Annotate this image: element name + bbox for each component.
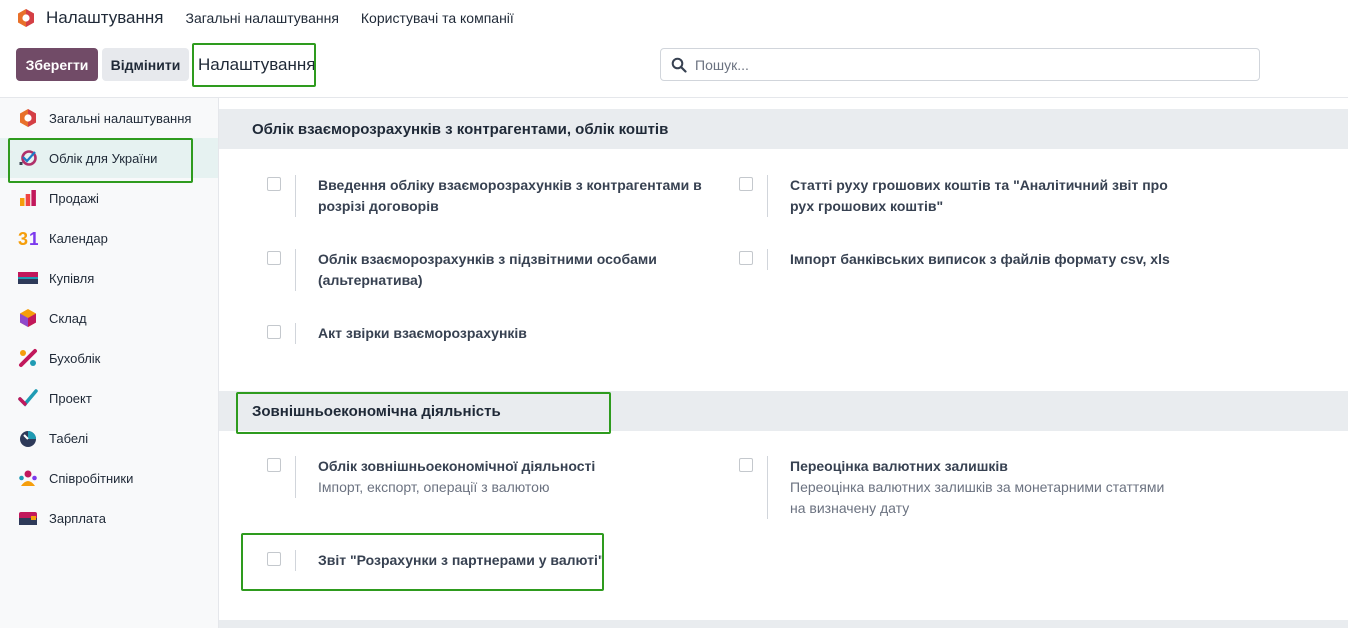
setting-description: Імпорт, експорт, операції з валютою [318, 479, 550, 495]
save-button[interactable]: Зберегти [16, 48, 98, 81]
search-input[interactable] [695, 56, 1235, 73]
setting-checkbox[interactable] [739, 177, 753, 191]
sidebar-item-label: Загальні налаштування [49, 110, 192, 126]
setting-checkbox[interactable] [739, 458, 753, 472]
timesheets-icon [20, 431, 36, 447]
section-header: Облік взаєморозрахунків з контрагентами,… [219, 109, 1348, 149]
sidebar-item-sales[interactable]: Продажі [0, 178, 218, 218]
setting-checkbox[interactable] [267, 251, 281, 265]
setting-body: Статті руху грошових коштів та "Аналітич… [767, 175, 1177, 217]
sidebar-item-ukraine-accounting[interactable]: Облік для України [0, 138, 218, 178]
setting-title: Акт звірки взаєморозрахунків [318, 325, 527, 341]
setting-body: Акт звірки взаєморозрахунків [295, 323, 705, 344]
sidebar-item-label: Табелі [49, 430, 89, 446]
ukraine-accounting-icon [19, 150, 37, 166]
app-title[interactable]: Налаштування [46, 8, 164, 28]
setting-body: Імпорт банківських виписок з файлів форм… [767, 249, 1177, 270]
sales-icon [20, 190, 36, 206]
settings-sidebar: Загальні налаштування Облік для України … [0, 98, 219, 628]
sidebar-item-label: Проект [49, 390, 92, 406]
sidebar-item-label: Календар [49, 230, 108, 246]
menu-users-companies[interactable]: Користувачі та компанії [361, 10, 514, 26]
breadcrumb: Налаштування [198, 55, 316, 74]
payroll-icon [19, 512, 37, 525]
sidebar-item-purchase[interactable]: Купівля [0, 258, 218, 298]
setting-title: Введення обліку взаєморозрахунків з конт… [318, 177, 702, 214]
sidebar-item-timesheets[interactable]: Табелі [0, 418, 218, 458]
setting-cash-flow-items: Статті руху грошових коштів та "Аналітич… [739, 175, 1177, 217]
setting-bank-statement-import: Імпорт банківських виписок з файлів форм… [739, 249, 1177, 270]
section-header: Зовнішньоекономічна діяльність [219, 391, 1348, 431]
sidebar-item-label: Зарплата [49, 510, 106, 526]
setting-title: Облік зовнішньоекономічної діяльності [318, 458, 596, 474]
section-divider [219, 620, 1348, 628]
svg-text:3: 3 [18, 229, 28, 248]
setting-checkbox[interactable] [267, 325, 281, 339]
setting-accountable-persons: Облік взаєморозрахунків з підзвітними ос… [267, 249, 705, 291]
sidebar-item-label: Купівля [49, 270, 95, 286]
sidebar-item-label: Склад [49, 310, 87, 326]
setting-title: Переоцінка валютних залишків [790, 458, 1008, 474]
setting-body: Облік взаєморозрахунків з підзвітними ос… [295, 249, 705, 291]
sidebar-item-accounting[interactable]: Бухоблік [0, 338, 218, 378]
sidebar-item-calendar[interactable]: 3 1 Календар [0, 218, 218, 258]
setting-body: Введення обліку взаєморозрахунків з конт… [295, 175, 705, 217]
sidebar-item-general-settings[interactable]: Загальні налаштування [0, 98, 218, 138]
top-navbar: Налаштування Загальні налаштування Корис… [0, 0, 1348, 36]
sidebar-item-label: Облік для України [49, 150, 158, 166]
control-panel: Зберегти Відмінити Налаштування [0, 36, 1348, 98]
setting-currency-partner-report: Звіт "Розрахунки з партнерами у валюті" [267, 550, 705, 571]
search-icon [671, 57, 687, 73]
setting-title: Імпорт банківських виписок з файлів форм… [790, 251, 1170, 267]
svg-text:1: 1 [29, 229, 38, 248]
menu-general-settings[interactable]: Загальні налаштування [186, 10, 339, 26]
setting-checkbox[interactable] [267, 552, 281, 566]
setting-description: Переоцінка валютних залишків за монетарн… [790, 479, 1165, 516]
inventory-icon [20, 309, 36, 327]
setting-reconciliation-act: Акт звірки взаєморозрахунків [267, 323, 705, 344]
purchase-icon [18, 272, 38, 284]
setting-checkbox[interactable] [267, 177, 281, 191]
accounting-icon [19, 349, 37, 367]
settings-app-icon [20, 109, 36, 127]
setting-title: Облік взаєморозрахунків з підзвітними ос… [318, 251, 657, 288]
setting-title: Статті руху грошових коштів та "Аналітич… [790, 177, 1168, 214]
setting-title: Звіт "Розрахунки з партнерами у валюті" [318, 552, 605, 568]
search-box[interactable] [660, 48, 1260, 81]
cancel-button[interactable]: Відмінити [102, 48, 189, 81]
sidebar-item-inventory[interactable]: Склад [0, 298, 218, 338]
sidebar-item-payroll[interactable]: Зарплата [0, 498, 218, 538]
settings-content: Облік взаєморозрахунків з контрагентами,… [219, 98, 1348, 628]
setting-foreign-trade: Облік зовнішньоекономічної діяльності Ім… [267, 456, 705, 498]
settings-app-icon[interactable] [16, 8, 36, 28]
setting-body: Звіт "Розрахунки з партнерами у валюті" [295, 550, 705, 571]
calendar-icon: 3 1 [18, 229, 38, 248]
sidebar-item-label: Продажі [49, 190, 99, 206]
setting-checkbox[interactable] [267, 458, 281, 472]
sidebar-item-employees[interactable]: Співробітники [0, 458, 218, 498]
setting-body: Переоцінка валютних залишків Переоцінка … [767, 456, 1177, 519]
sidebar-item-project[interactable]: Проект [0, 378, 218, 418]
employees-icon [19, 470, 37, 486]
setting-checkbox[interactable] [739, 251, 753, 265]
sidebar-item-label: Співробітники [49, 470, 134, 486]
project-icon [18, 389, 38, 407]
setting-currency-revaluation: Переоцінка валютних залишків Переоцінка … [739, 456, 1177, 519]
sidebar-item-label: Бухоблік [49, 350, 101, 366]
setting-contracts-settlements: Введення обліку взаєморозрахунків з конт… [267, 175, 705, 217]
setting-body: Облік зовнішньоекономічної діяльності Ім… [295, 456, 705, 498]
